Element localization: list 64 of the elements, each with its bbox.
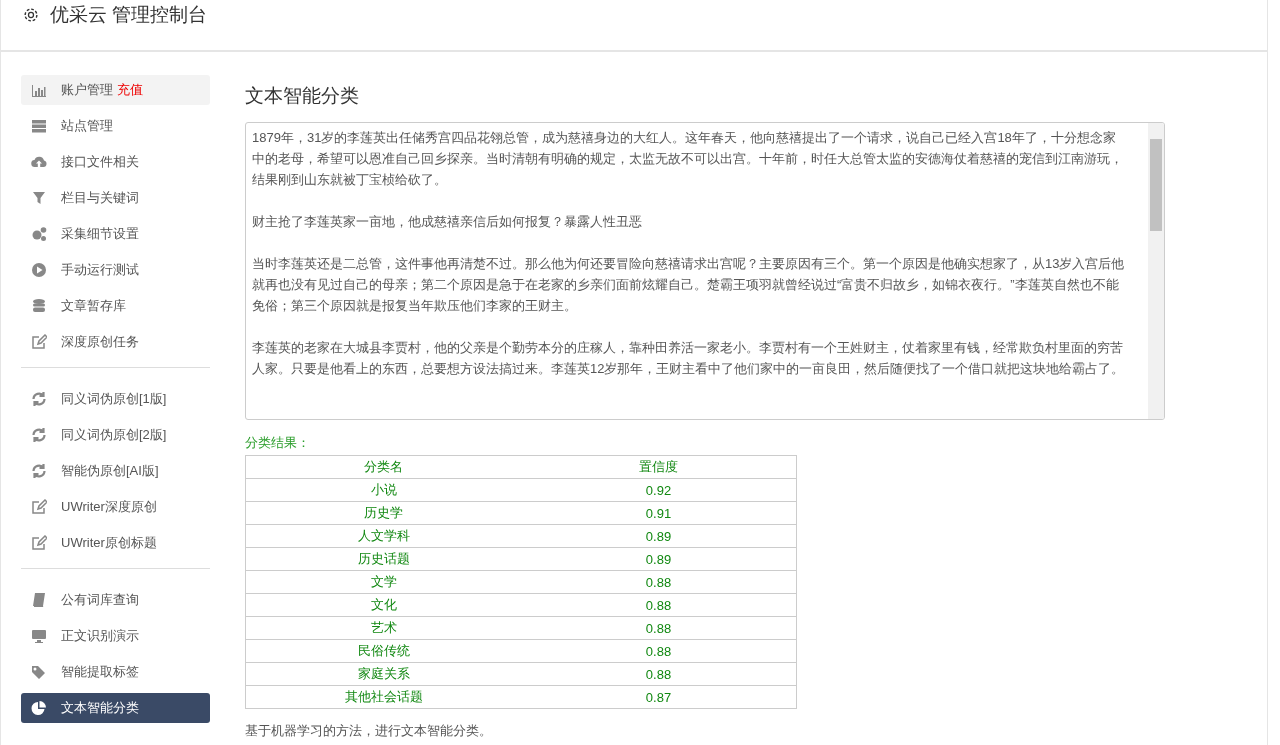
sidebar-item[interactable]: 采集细节设置: [21, 219, 210, 249]
table-cell: 历史话题: [245, 547, 521, 571]
edit-icon: [31, 499, 47, 515]
result-label: 分类结果：: [245, 434, 311, 452]
pie-chart-icon: [31, 700, 47, 716]
sidebar-item[interactable]: 同义词伪原创[1版]: [21, 384, 210, 414]
recharge-link[interactable]: 充值: [117, 81, 143, 99]
database-icon: [31, 298, 47, 314]
column-header: 置信度: [521, 455, 797, 479]
sidebar-item[interactable]: 同义词伪原创[2版]: [21, 420, 210, 450]
page-title: 文本智能分类: [245, 84, 360, 108]
sidebar-item[interactable]: 接口文件相关: [21, 147, 210, 177]
refresh-icon: [31, 463, 47, 479]
book-icon: [31, 592, 47, 608]
table-cell: 历史学: [245, 501, 521, 525]
table-cell: 民俗传统: [245, 639, 521, 663]
table-cell: 0.88: [521, 593, 797, 617]
sidebar-item[interactable]: 公有词库查询: [21, 585, 210, 615]
table-cell: 0.88: [521, 639, 797, 663]
sidebar-item[interactable]: 栏目与关键词: [21, 183, 210, 213]
column-header: 分类名: [245, 455, 521, 479]
sidebar-item[interactable]: 账户管理 充值: [21, 75, 210, 105]
sidebar-item[interactable]: 智能提取标签: [21, 657, 210, 687]
table-cell: 0.87: [521, 685, 797, 709]
table-cell: 其他社会话题: [245, 685, 521, 709]
sidebar-item[interactable]: UWriter深度原创: [21, 492, 210, 522]
table-cell: 小说: [245, 478, 521, 502]
bar-chart-icon: [31, 82, 47, 98]
tag-icon: [31, 664, 47, 680]
table-cell: 0.88: [521, 616, 797, 640]
table-cell: 0.91: [521, 501, 797, 525]
cloud-upload-icon: [31, 154, 47, 170]
sidebar-item[interactable]: 文本智能分类: [21, 693, 210, 723]
description-text: 基于机器学习的方法，进行文本智能分类。: [245, 722, 493, 740]
table-cell: 文化: [245, 593, 521, 617]
scrollbar[interactable]: [1148, 123, 1164, 419]
server-icon: [31, 118, 47, 134]
sidebar-item[interactable]: 深度原创任务: [21, 327, 210, 357]
table-cell: 0.89: [521, 547, 797, 571]
table-cell: 0.89: [521, 524, 797, 548]
refresh-icon: [31, 427, 47, 443]
monitor-icon: [31, 628, 47, 644]
settings-icon: [22, 6, 40, 24]
sidebar-item[interactable]: 智能伪原创[AI版]: [21, 456, 210, 486]
edit-icon: [31, 535, 47, 551]
table-cell: 艺术: [245, 616, 521, 640]
refresh-icon: [31, 391, 47, 407]
console-title: 优采云 管理控制台: [50, 4, 208, 26]
play-icon: [31, 262, 47, 278]
sidebar-item[interactable]: 站点管理: [21, 111, 210, 141]
sidebar-item[interactable]: 正文识别演示: [21, 621, 210, 651]
sidebar-item[interactable]: 手动运行测试: [21, 255, 210, 285]
table-cell: 家庭关系: [245, 662, 521, 686]
table-cell: 文学: [245, 570, 521, 594]
table-cell: 0.88: [521, 662, 797, 686]
table-cell: 0.88: [521, 570, 797, 594]
filter-icon: [31, 190, 47, 206]
sidebar-item[interactable]: UWriter原创标题: [21, 528, 210, 558]
text-area[interactable]: 1879年，31岁的李莲英出任储秀宫四品花翎总管，成为慈禧身边的大红人。这年春天，他向慈禧提出了一个请求，说自己已经入宫18年了，十分想念家中的老母，希望可以恩准自己回乡探亲。当时清朝有明确的规定，太监无故不可以出宫。十年前，时任大总管太监的安德海仗着慈禧的宠信到江南游玩，结果刚到山东就被丁宝桢给砍了。 财主抢了李莲英家一亩地，他成慈禧亲信后如何报复？暴露人性丑恶 当时李莲英还是二总管，这件事他再清楚不过。那么他为何还要冒险向慈禧请求出宫呢？主要原因有三个。第一个原因是他确实想家了，从13岁入宫后他就再也没有见过自己的母亲；第二个原因是急于在老家的乡亲们面前炫耀自己。楚霸王项羽就曾经说过“富贵不归故乡，如锦衣夜行。”李莲英自然也不能免俗；第三个原因就是报复当年欺压他们李家的王财主。 李莲英的老家在大城县李贾村，他的父亲是个勤劳本分的庄稼人，靠种田养活一家老小。李贾村有一个王姓财主，仗着家里有钱，经常欺负村里面的穷苦人家。只要是他看上的东西，总要想方设法搞过来。李莲英12岁那年，王财主看中了他们家中的一亩良田，然后随便找了一个借口就把这块地给霸占了。: [245, 122, 1165, 420]
sidebar-item[interactable]: 文章暂存库: [21, 291, 210, 321]
table-cell: 人文学科: [245, 524, 521, 548]
gears-icon: [31, 226, 47, 242]
edit-icon: [31, 334, 47, 350]
table-cell: 0.92: [521, 478, 797, 502]
